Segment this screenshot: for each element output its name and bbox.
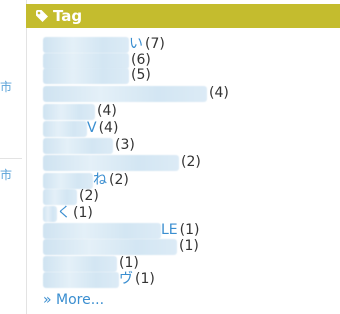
tag-count: (1)	[179, 222, 200, 238]
tag-item[interactable]: (2)	[43, 154, 201, 171]
tag-item[interactable]: (3)	[43, 137, 135, 154]
tag-item[interactable]: (4)	[43, 103, 117, 120]
tag-count: (1)	[179, 238, 199, 254]
tag-item[interactable]: (2)	[43, 188, 99, 205]
more-link[interactable]: » More...	[43, 292, 104, 308]
tag-item[interactable]: (1)	[43, 255, 139, 272]
tag-name-redacted	[43, 137, 113, 154]
tag-name-redacted	[43, 154, 179, 171]
tag-item[interactable]: V (4)	[43, 120, 118, 137]
tag-name-redacted	[43, 85, 207, 102]
tag-count: (2)	[109, 172, 129, 188]
tag-count: (4)	[98, 120, 119, 136]
tag-item[interactable]: (1)	[43, 238, 199, 255]
tag-item[interactable]: LE (1)	[43, 222, 200, 239]
tag-name-redacted	[43, 222, 161, 239]
tag-name-redacted	[43, 205, 57, 222]
tag-item[interactable]: (5)	[43, 67, 151, 84]
tag-count: (1)	[135, 271, 155, 287]
tag-item[interactable]: ね (2)	[43, 172, 129, 189]
left-panel-fragment[interactable]: 市	[0, 78, 22, 95]
tag-name-visible[interactable]: LE	[161, 222, 178, 239]
tag-count: (1)	[73, 205, 93, 221]
tag-list: い (7) (6) (5) (4) (4) V (4) (3) (2) ね (2…	[26, 4, 340, 314]
tag-name-redacted	[43, 238, 177, 255]
left-panel-divider	[0, 158, 22, 159]
tag-item[interactable]: ヴ (1)	[43, 271, 155, 288]
tag-name-redacted	[43, 188, 77, 205]
tag-item[interactable]: く (1)	[43, 205, 93, 222]
left-panel-fragment[interactable]: 市	[0, 166, 22, 183]
tag-name-redacted	[43, 103, 95, 120]
tag-name-visible[interactable]: V	[87, 120, 97, 137]
tag-name-visible[interactable]: ね	[93, 172, 107, 189]
tag-count: (3)	[115, 137, 135, 153]
tag-count: (2)	[181, 154, 201, 170]
tag-name-redacted	[43, 67, 129, 84]
tag-name-redacted	[43, 36, 129, 53]
tag-count: (1)	[119, 255, 139, 271]
tag-item[interactable]: (4)	[43, 85, 229, 102]
tag-item[interactable]: い (7)	[43, 36, 165, 53]
tag-count: (7)	[145, 36, 165, 52]
tag-name-redacted	[43, 172, 93, 189]
tag-name-visible[interactable]: ヴ	[119, 271, 133, 288]
tag-name-redacted	[43, 255, 117, 272]
tag-widget: Tag い (7) (6) (5) (4) (4) V (4) (3) (2) …	[26, 4, 340, 314]
tag-name-visible[interactable]: い	[129, 36, 143, 53]
tag-name-visible[interactable]: く	[57, 205, 71, 222]
tag-count: (5)	[131, 67, 151, 83]
tag-name-redacted	[43, 271, 119, 288]
tag-count: (4)	[209, 85, 229, 101]
tag-name-redacted	[43, 120, 87, 137]
tag-count: (4)	[97, 103, 117, 119]
tag-count: (2)	[79, 188, 99, 204]
